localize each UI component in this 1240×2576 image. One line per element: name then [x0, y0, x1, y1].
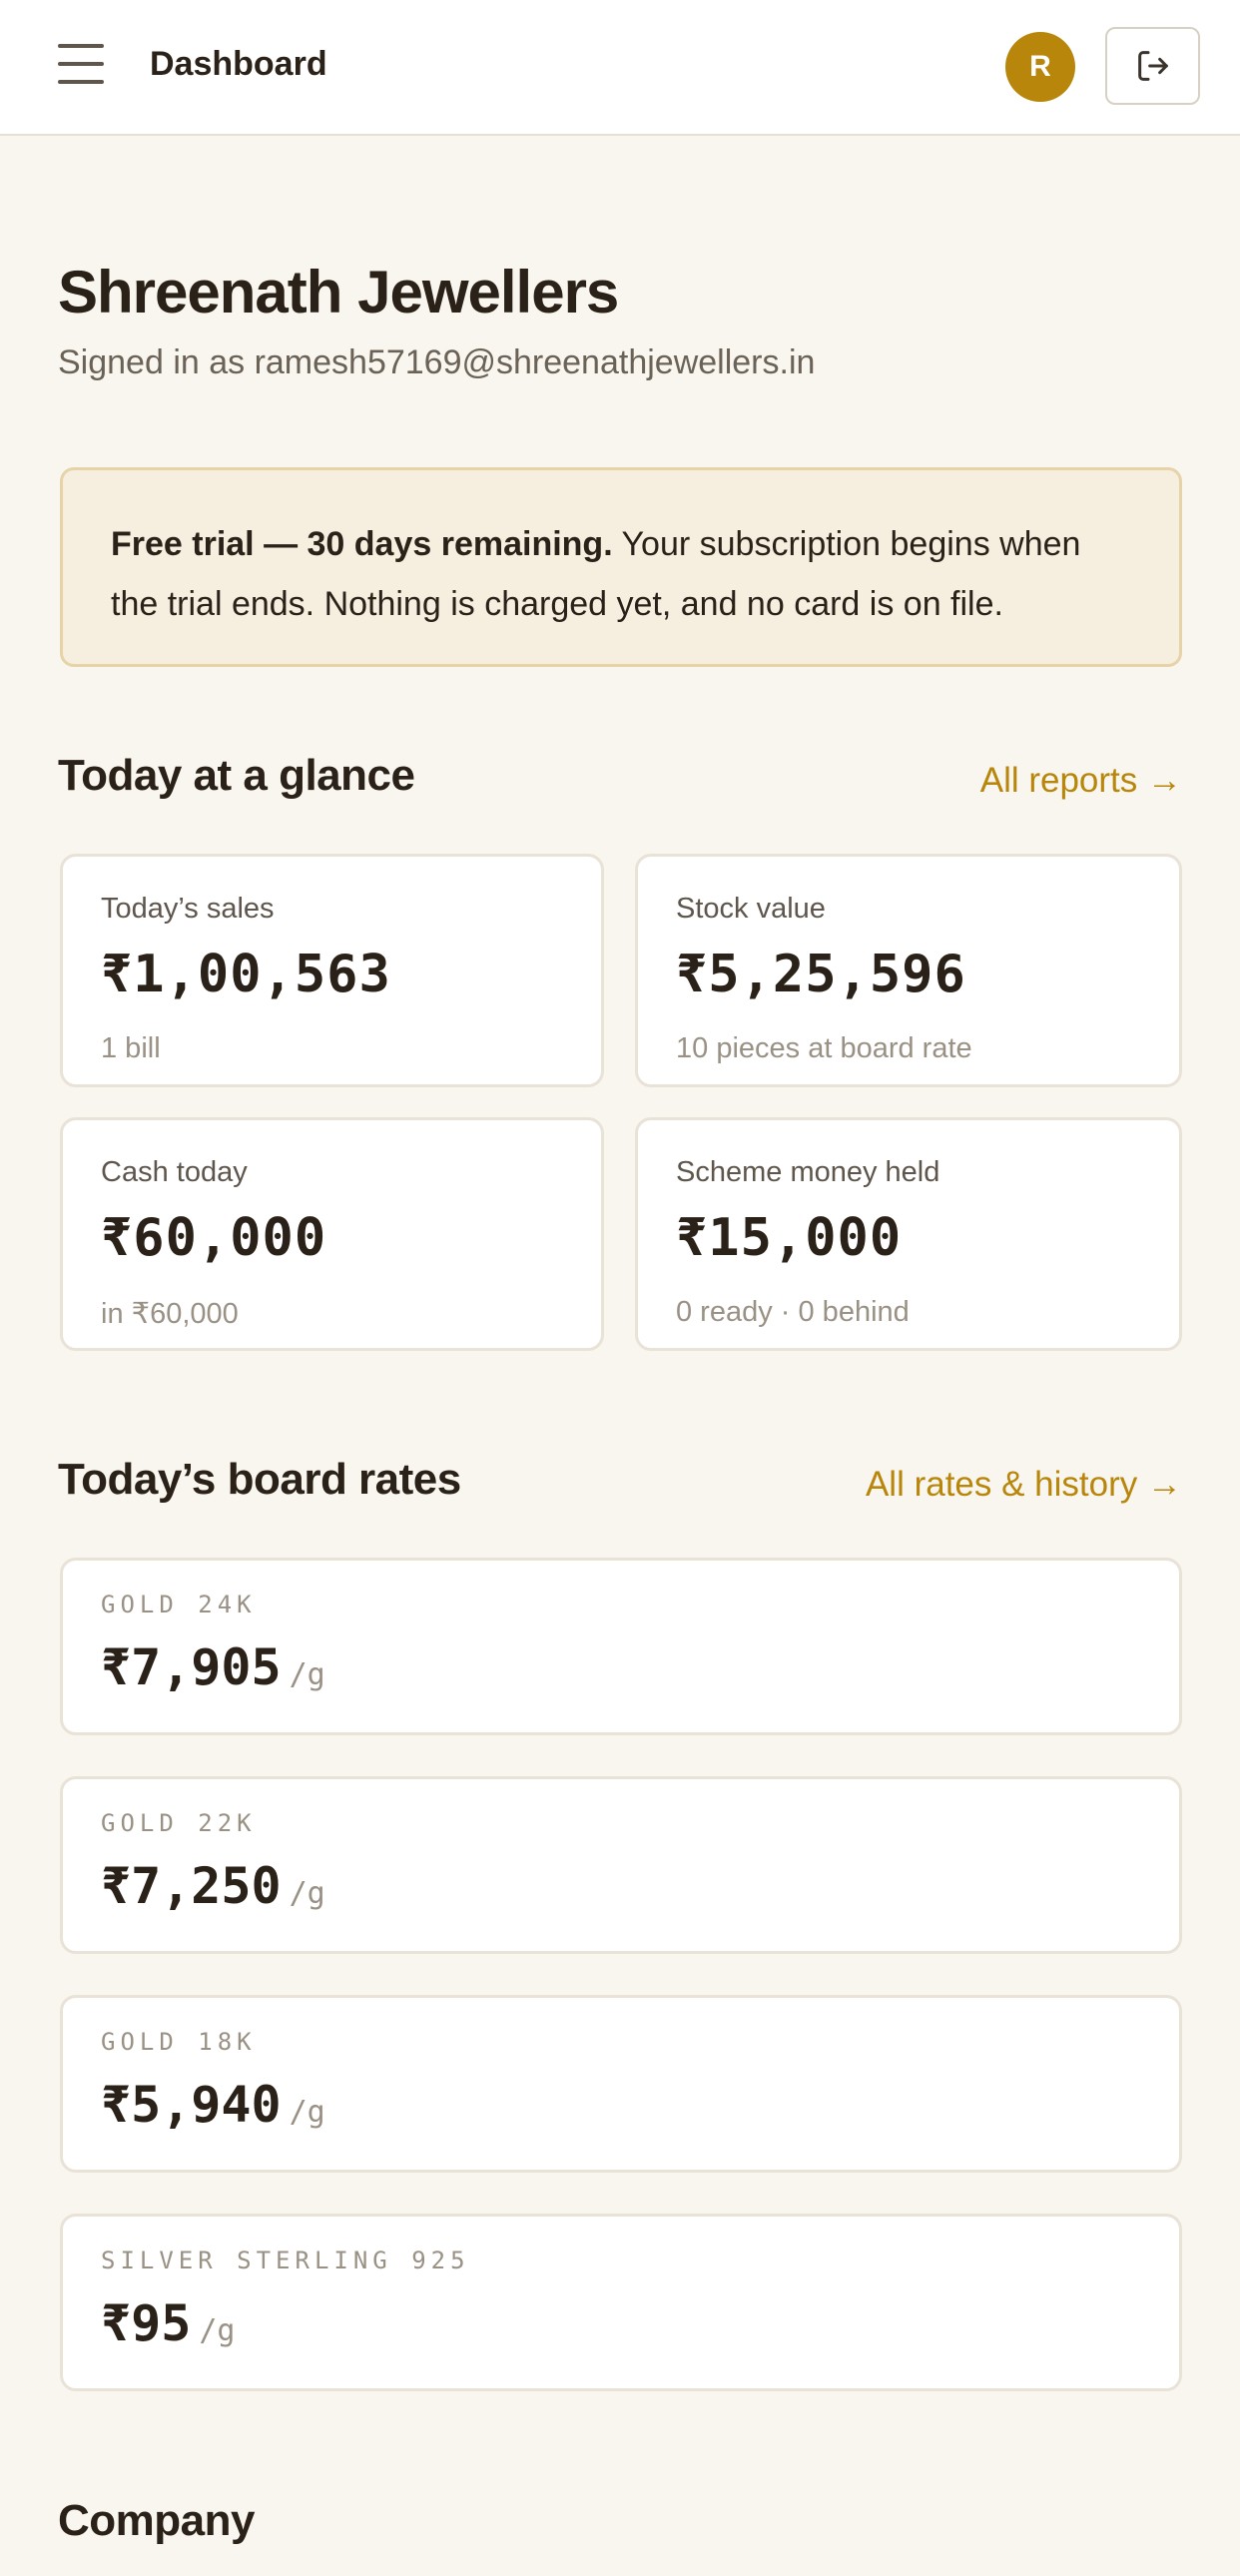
trial-banner: Free trial — 30 days remaining. Your sub… [60, 467, 1182, 667]
all-rates-link[interactable]: All rates & history → [866, 1465, 1182, 1505]
signed-in-text: Signed in as ramesh57169@shreenathjewell… [58, 343, 816, 381]
company-heading: Company [58, 2496, 255, 2545]
rate-card-gold-24k[interactable]: GOLD 24K ₹7,905/g [60, 1558, 1182, 1735]
stat-card-sales[interactable]: Today’s sales ₹1,00,563 1 bill [60, 854, 604, 1087]
all-reports-link[interactable]: All reports → [980, 761, 1182, 801]
rate-label: GOLD 18K [101, 2028, 257, 2056]
stat-value: ₹1,00,563 [101, 945, 391, 1004]
rate-label: SILVER STERLING 925 [101, 2247, 470, 2274]
menu-icon[interactable] [58, 44, 104, 84]
rate-label: GOLD 22K [101, 1809, 257, 1837]
rate-unit: /g [289, 2095, 325, 2130]
stat-label: Cash today [101, 1156, 248, 1188]
avatar[interactable]: R [1005, 32, 1075, 102]
stat-card-stock[interactable]: Stock value ₹5,25,596 10 pieces at board… [635, 854, 1182, 1087]
page-title: Dashboard [150, 45, 327, 83]
stat-sub: 1 bill [101, 1032, 161, 1064]
rate-value: ₹5,940 [101, 2076, 282, 2134]
logout-button[interactable] [1105, 27, 1200, 105]
rate-unit: /g [199, 2313, 236, 2348]
rate-card-silver-925[interactable]: SILVER STERLING 925 ₹95/g [60, 2214, 1182, 2391]
stat-sub: in ₹60,000 [101, 1298, 239, 1330]
rate-unit: /g [289, 1657, 325, 1692]
rate-value: ₹7,250 [101, 1857, 282, 1915]
rate-value: ₹95 [101, 2294, 192, 2352]
stat-card-scheme[interactable]: Scheme money held ₹15,000 0 ready · 0 be… [635, 1117, 1182, 1351]
stat-value: ₹15,000 [676, 1208, 903, 1268]
trial-banner-title: Free trial — 30 days remaining. [111, 525, 613, 563]
company-name: Shreenath Jewellers [58, 259, 619, 325]
stat-label: Scheme money held [676, 1156, 940, 1188]
rates-heading: Today’s board rates [58, 1455, 461, 1504]
stat-value: ₹60,000 [101, 1208, 327, 1268]
rate-card-gold-18k[interactable]: GOLD 18K ₹5,940/g [60, 1995, 1182, 2173]
rate-card-gold-22k[interactable]: GOLD 22K ₹7,250/g [60, 1776, 1182, 1954]
logout-icon [1137, 51, 1168, 81]
top-bar: Dashboard R [0, 0, 1240, 136]
rate-unit: /g [289, 1876, 325, 1911]
stat-card-cash[interactable]: Cash today ₹60,000 in ₹60,000 [60, 1117, 604, 1351]
stat-sub: 0 ready · 0 behind [676, 1296, 910, 1328]
stat-label: Today’s sales [101, 893, 275, 925]
stat-sub: 10 pieces at board rate [676, 1032, 972, 1064]
stat-value: ₹5,25,596 [676, 945, 966, 1004]
stat-label: Stock value [676, 893, 826, 925]
rate-value: ₹7,905 [101, 1638, 282, 1696]
glance-heading: Today at a glance [58, 751, 415, 800]
rate-label: GOLD 24K [101, 1591, 257, 1618]
